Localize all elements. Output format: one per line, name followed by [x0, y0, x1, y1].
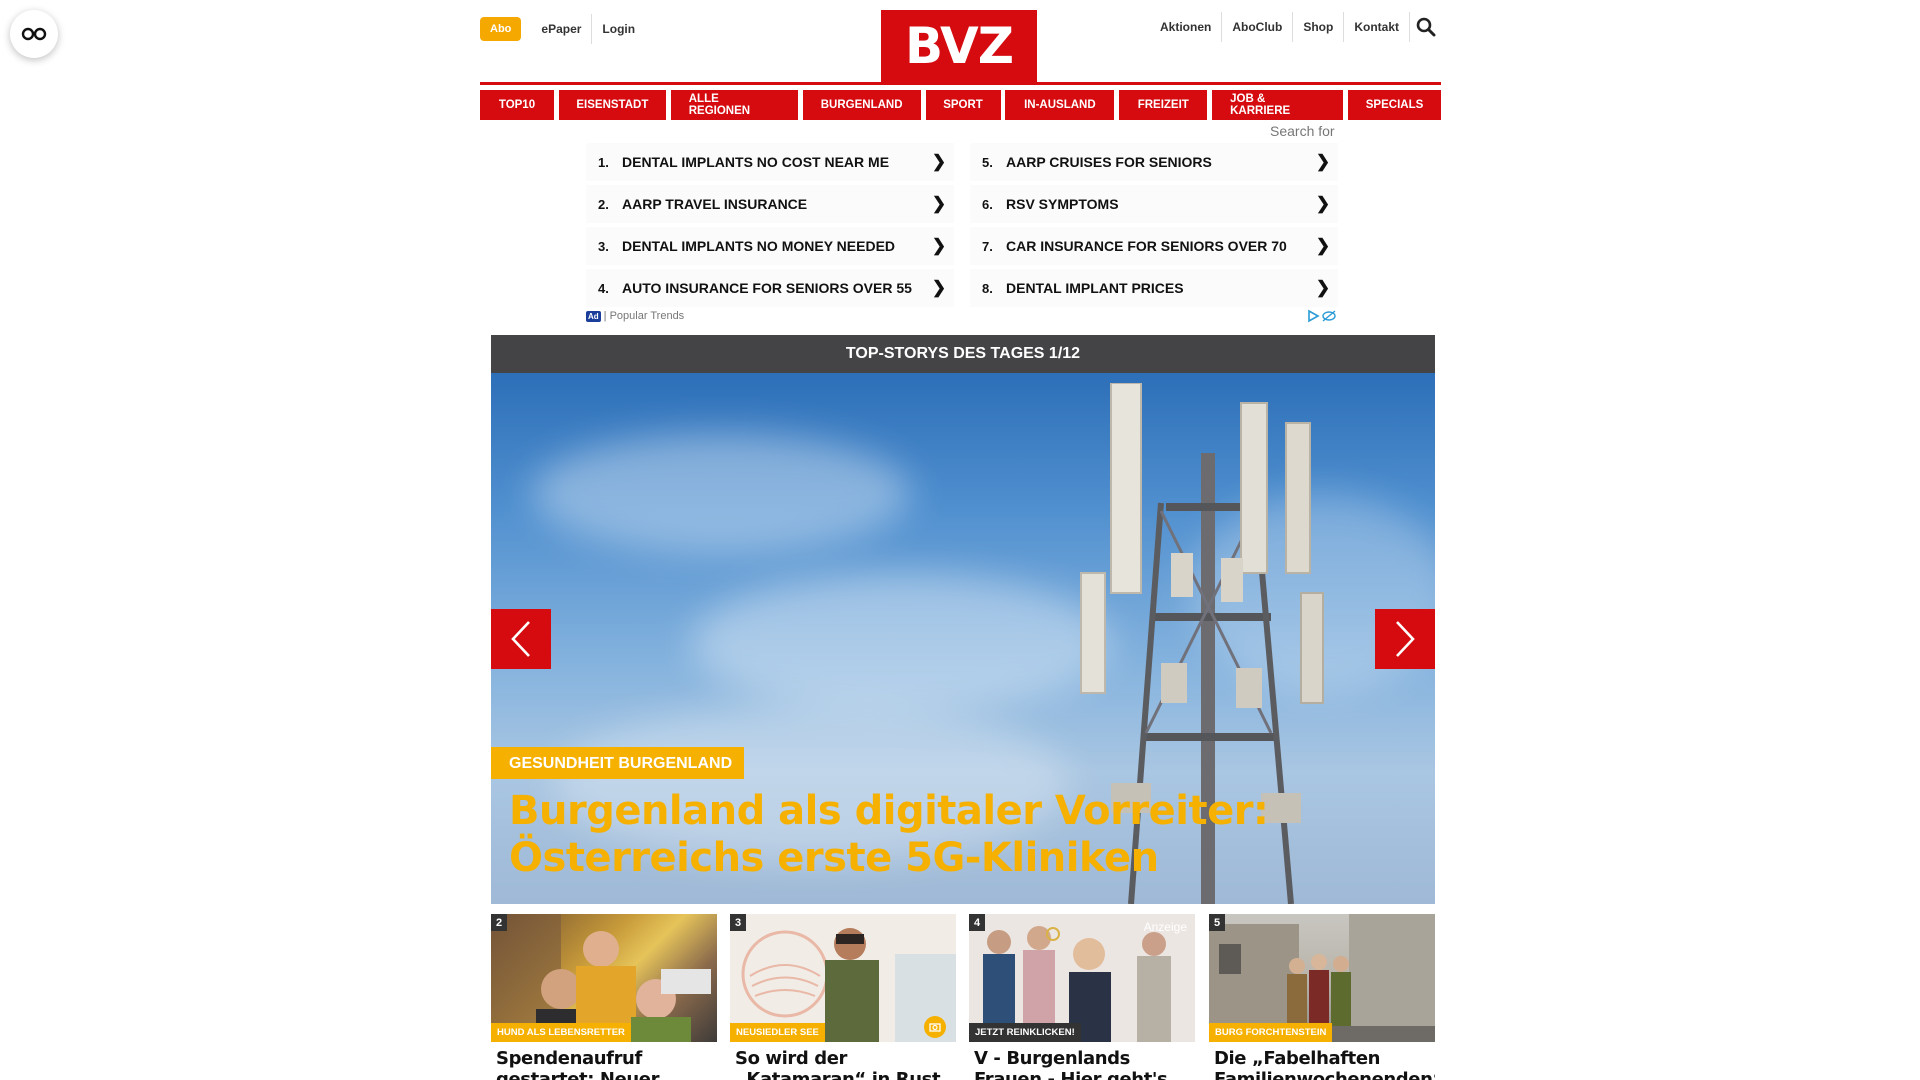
search-icon[interactable] — [1409, 12, 1441, 42]
reader-mode-button[interactable] — [10, 10, 58, 58]
cloud — [531, 433, 911, 553]
ad-link-text: DENTAL IMPLANT PRICES — [1006, 280, 1184, 296]
ad-footer-label[interactable]: | Popular Trends — [604, 310, 685, 322]
epaper-link[interactable]: ePaper — [531, 14, 591, 44]
adchoices-icon[interactable] — [1306, 309, 1338, 326]
nav-item-freizeit[interactable]: FREIZEIT — [1119, 90, 1208, 120]
chevron-right-icon: ❯ — [1315, 278, 1331, 297]
ad-search-links: 1. DENTAL IMPLANTS NO COST NEAR ME ❯ 2. … — [586, 143, 1338, 311]
sponsored-label: Anzeige — [1143, 920, 1187, 934]
ad-link[interactable]: 6. RSV SYMPTOMS ❯ — [970, 185, 1338, 223]
chevron-right-icon: ❯ — [931, 278, 947, 297]
story-title[interactable]: So wird der „Katamaran“ in Rust zum „Nik… — [730, 1042, 956, 1080]
hero-headline[interactable]: Burgenland als digitaler Vorreiter: Öste… — [509, 788, 1269, 882]
ad-link[interactable]: 7. CAR INSURANCE FOR SENIORS OVER 70 ❯ — [970, 227, 1338, 265]
story-number: 2 — [491, 914, 507, 931]
ad-link-number: 1. — [598, 154, 609, 170]
nav-item-top10[interactable]: TOP10 — [480, 90, 554, 120]
next-slide-button[interactable] — [1375, 609, 1435, 669]
story-number: 4 — [969, 914, 985, 931]
ad-link-number: 4. — [598, 280, 609, 296]
login-link[interactable]: Login — [591, 14, 645, 44]
story-category[interactable]: HUND ALS LEBENSRETTER — [491, 1023, 631, 1042]
ad-link-text: AUTO INSURANCE FOR SENIORS OVER 55 — [622, 280, 912, 296]
ad-link-number: 2. — [598, 196, 609, 212]
nav-item-in-ausland[interactable]: IN-AUSLAND — [1005, 90, 1115, 120]
ad-link-text: CAR INSURANCE FOR SENIORS OVER 70 — [1006, 238, 1287, 254]
shop-link[interactable]: Shop — [1292, 12, 1343, 42]
glasses-icon — [21, 27, 47, 41]
story-image: 5 BURG FORCHTENSTEIN — [1209, 914, 1435, 1042]
chevron-right-icon: ❯ — [931, 194, 947, 213]
story-image: 3 NEUSIEDLER SEE — [730, 914, 956, 1042]
ad-link[interactable]: 2. AARP TRAVEL INSURANCE ❯ — [586, 185, 954, 223]
ad-link-text: DENTAL IMPLANTS NO COST NEAR ME — [622, 154, 890, 170]
kontakt-link[interactable]: Kontakt — [1343, 12, 1409, 42]
top-right-links: Aktionen AboClub Shop Kontakt — [1140, 12, 1441, 42]
cloud — [691, 573, 1111, 713]
ad-footer: Ad | Popular Trends — [586, 309, 1338, 323]
chevron-right-icon: ❯ — [931, 236, 947, 255]
ad-link-number: 6. — [982, 196, 993, 212]
chevron-right-icon: ❯ — [931, 152, 947, 171]
nav-item-job-karriere[interactable]: JOB & KARRIERE — [1212, 90, 1344, 120]
ad-link[interactable]: 3. DENTAL IMPLANTS NO MONEY NEEDED ❯ — [586, 227, 954, 265]
ad-link[interactable]: 4. AUTO INSURANCE FOR SENIORS OVER 55 ❯ — [586, 269, 954, 307]
story-card[interactable]: 5 BURG FORCHTENSTEIN Die „Fabelhaften Fa… — [1209, 914, 1435, 1080]
ad-badge: Ad — [586, 310, 601, 322]
hero-category-badge[interactable]: GESUNDHEIT BURGENLAND — [491, 747, 745, 779]
ad-search-for-label: Search for — [1270, 123, 1335, 139]
aktionen-link[interactable]: Aktionen — [1150, 12, 1221, 42]
nav-item-specials[interactable]: SPECIALS — [1348, 90, 1441, 120]
nav-item-alle-regionen[interactable]: ALLE REGIONEN — [670, 90, 798, 120]
chevron-right-icon: ❯ — [1315, 152, 1331, 171]
chevron-right-icon — [1396, 621, 1415, 657]
header-divider — [480, 82, 1441, 85]
top-stories-heading: TOP-STORYS DES TAGES 1/12 — [491, 335, 1435, 373]
story-image: 4 Anzeige JETZT REINKLICKEN! — [969, 914, 1195, 1042]
ad-link-text: AARP CRUISES FOR SENIORS — [1006, 154, 1212, 170]
top-bar: Abo ePaper Login BVZ Aktionen AboClub Sh… — [480, 0, 1441, 84]
ad-link-text: AARP TRAVEL INSURANCE — [622, 196, 808, 212]
ad-link-number: 8. — [982, 280, 993, 296]
top-left-links: Abo ePaper Login — [480, 14, 645, 44]
previous-slide-button[interactable] — [491, 609, 551, 669]
story-category[interactable]: NEUSIEDLER SEE — [730, 1023, 825, 1042]
nav-item-eisenstadt[interactable]: EISENSTADT — [558, 90, 666, 120]
story-title[interactable]: V - Burgenlands Frauen - Hier geht's zum… — [969, 1042, 1195, 1080]
story-category[interactable]: BURG FORCHTENSTEIN — [1209, 1023, 1333, 1042]
main-nav: TOP10 EISENSTADT ALLE REGIONEN BURGENLAN… — [480, 90, 1441, 120]
story-image: 2 HUND ALS LEBENSRETTER — [491, 914, 717, 1042]
hero-slide[interactable]: GESUNDHEIT BURGENLAND Burgenland als dig… — [491, 373, 1435, 904]
story-number: 5 — [1209, 914, 1225, 931]
ad-link-text: DENTAL IMPLANTS NO MONEY NEEDED — [622, 238, 896, 254]
ad-link[interactable]: 5. AARP CRUISES FOR SENIORS ❯ — [970, 143, 1338, 181]
camera-icon — [924, 1016, 946, 1038]
story-card[interactable]: 4 Anzeige JETZT REINKLICKEN! V - Burgenl… — [969, 914, 1195, 1080]
bvz-logo[interactable]: BVZ — [881, 10, 1037, 82]
chevron-left-icon — [511, 621, 530, 657]
ad-link-number: 7. — [982, 238, 993, 254]
ad-link[interactable]: 8. DENTAL IMPLANT PRICES ❯ — [970, 269, 1338, 307]
story-card[interactable]: 3 NEUSIEDLER SEE So wird der „Katamaran“… — [730, 914, 956, 1080]
story-card[interactable]: 2 HUND ALS LEBENSRETTER Spendenaufruf ge… — [491, 914, 717, 1080]
story-title[interactable]: Spendenaufruf gestartet: Neuer — [491, 1042, 717, 1080]
chevron-right-icon: ❯ — [1315, 194, 1331, 213]
story-category[interactable]: JETZT REINKLICKEN! — [969, 1023, 1081, 1042]
nav-item-sport[interactable]: SPORT — [925, 90, 1001, 120]
story-cards: 2 HUND ALS LEBENSRETTER Spendenaufruf ge… — [491, 914, 1435, 1080]
chevron-right-icon: ❯ — [1315, 236, 1331, 255]
story-title[interactable]: Die „Fabelhaften Familienwochenenden“ — [1209, 1042, 1435, 1080]
abo-button[interactable]: Abo — [480, 17, 522, 41]
nav-item-burgenland[interactable]: BURGENLAND — [802, 90, 921, 120]
ad-link-text: RSV SYMPTOMS — [1006, 196, 1119, 212]
aboclub-link[interactable]: AboClub — [1221, 12, 1292, 42]
ad-link-number: 5. — [982, 154, 993, 170]
ad-link-number: 3. — [598, 238, 609, 254]
ad-link[interactable]: 1. DENTAL IMPLANTS NO COST NEAR ME ❯ — [586, 143, 954, 181]
story-number: 3 — [730, 914, 746, 931]
